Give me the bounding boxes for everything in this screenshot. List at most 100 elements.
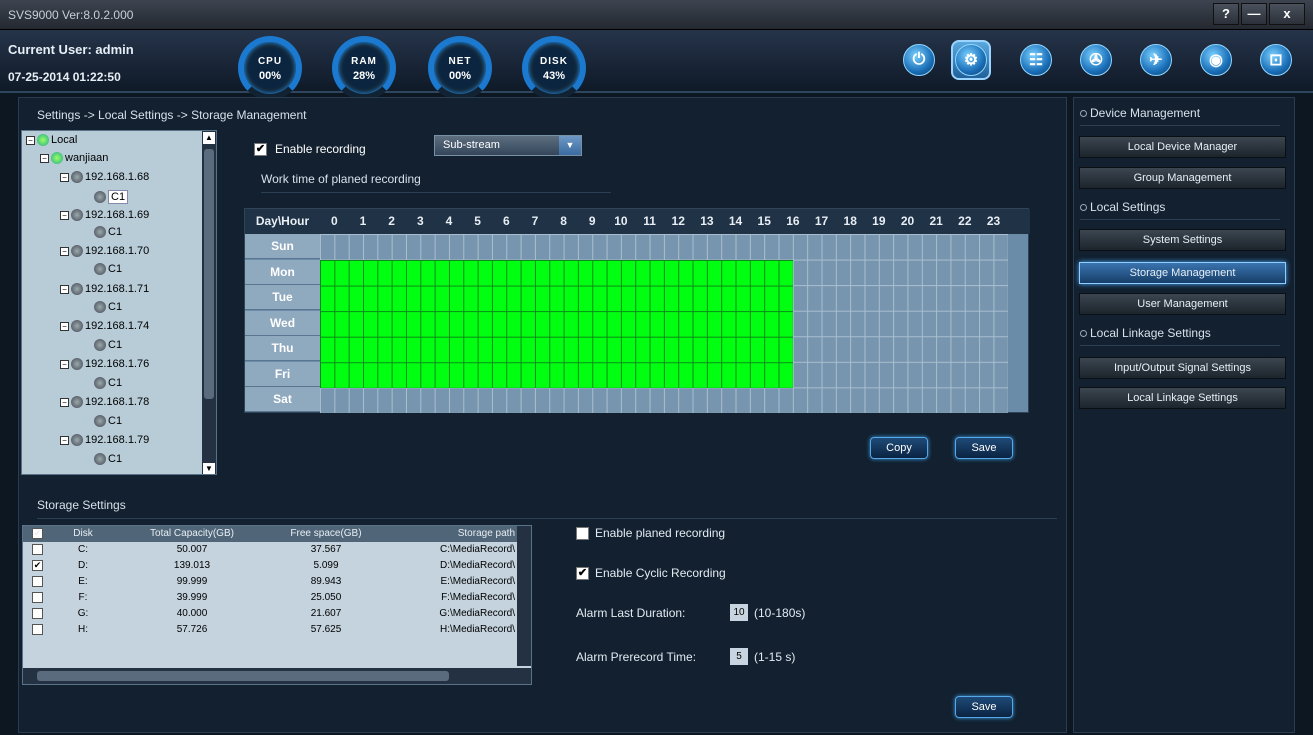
row-checkbox[interactable] — [32, 608, 43, 619]
close-button[interactable]: x — [1269, 3, 1305, 25]
stream-select[interactable]: Sub-stream ▼ — [434, 135, 582, 156]
hour-label: 19 — [872, 214, 886, 228]
table-header: ✔ Disk Total Capacity(GB) Free space(GB)… — [23, 526, 518, 542]
row-checkbox[interactable]: ✔ — [32, 560, 43, 571]
settings-icon: ⚙ — [955, 44, 987, 76]
day-label: Sun — [245, 234, 320, 259]
tree-node-device[interactable]: −192.168.1.79 — [60, 434, 149, 446]
enable-recording-checkbox[interactable]: ✔ — [254, 142, 267, 156]
save-schedule-button[interactable]: Save — [955, 437, 1013, 459]
sidebar-item-storage-management[interactable]: Storage Management — [1079, 262, 1286, 284]
tree-node-device[interactable]: −192.168.1.74 — [60, 320, 149, 332]
row-checkbox[interactable] — [32, 576, 43, 587]
section-local-settings: Local Settings — [1080, 200, 1280, 220]
prerecord-input[interactable]: 5 — [730, 648, 748, 665]
map-button[interactable]: ✈ — [1136, 40, 1176, 80]
disk-gauge: DISK 43% — [522, 36, 586, 100]
section-device-management: Device Management — [1080, 106, 1280, 126]
tree-node-channel[interactable]: C1 — [94, 415, 122, 427]
sidebar-item-system-settings[interactable]: System Settings — [1079, 229, 1286, 251]
section-local-linkage: Local Linkage Settings — [1080, 326, 1280, 346]
tree-node-channel[interactable]: C1 — [94, 226, 122, 238]
table-row[interactable]: ✔ D: 139.013 5.099 D:\MediaRecord\ — [23, 558, 518, 574]
tree-node-channel[interactable]: C1 — [94, 339, 122, 351]
device-icon — [71, 245, 83, 257]
table-row[interactable]: G: 40.000 21.607 G:\MediaRecord\ — [23, 606, 518, 622]
camera-channel-icon — [94, 301, 106, 313]
help-button[interactable]: ? — [1213, 3, 1239, 25]
tree-node-device[interactable]: −192.168.1.68 — [60, 171, 149, 183]
settings-button[interactable]: ⚙ — [951, 40, 991, 80]
sidebar-item-local-device-manager[interactable]: Local Device Manager — [1079, 136, 1286, 158]
tree-node-device[interactable]: −192.168.1.70 — [60, 245, 149, 257]
camera-channel-icon — [94, 339, 106, 351]
power-button[interactable]: ⏻ — [899, 40, 939, 80]
scroll-down-icon[interactable]: ▼ — [203, 463, 215, 474]
enable-cyclic-checkbox[interactable]: ✔ — [576, 566, 589, 580]
select-all-checkbox[interactable]: ✔ — [32, 528, 43, 539]
sidebar-item-local-linkage-settings[interactable]: Local Linkage Settings — [1079, 387, 1286, 409]
camera-icon: ◉ — [1200, 44, 1232, 76]
sidebar-item-io-signal-settings[interactable]: Input/Output Signal Settings — [1079, 357, 1286, 379]
tree-node-device[interactable]: −192.168.1.78 — [60, 396, 149, 408]
table-horizontal-scrollbar[interactable] — [23, 668, 531, 684]
hour-label: 0 — [330, 214, 338, 228]
table-row[interactable]: H: 57.726 57.625 H:\MediaRecord\ — [23, 622, 518, 638]
tree-node-channel[interactable]: C1 — [94, 263, 122, 275]
row-checkbox[interactable] — [32, 624, 43, 635]
hour-label: 1 — [359, 214, 367, 228]
tree-node-channel[interactable]: C1 — [94, 453, 122, 465]
save-storage-button[interactable]: Save — [955, 696, 1013, 718]
tree-node-device[interactable]: −192.168.1.69 — [60, 209, 149, 221]
sidebar-item-user-management[interactable]: User Management — [1079, 293, 1286, 315]
current-user: Current User: admin — [8, 42, 134, 57]
work-time-title: Work time of planed recording — [261, 172, 611, 193]
table-vertical-scrollbar[interactable] — [517, 526, 531, 666]
table-row[interactable]: C: 50.007 37.567 C:\MediaRecord\ — [23, 542, 518, 558]
day-label: Tue — [245, 285, 320, 311]
playback-icon: ✇ — [1080, 44, 1112, 76]
storage-settings-title: Storage Settings — [37, 498, 1057, 519]
enable-recording[interactable]: ✔ Enable recording — [254, 142, 366, 156]
alarm-duration-input[interactable]: 10 — [730, 604, 748, 621]
tree-node-channel[interactable]: C1 — [94, 377, 122, 389]
recording-schedule[interactable]: Day\Hour 0 1 2 3 4 5 6 7 8 9 10 11 12 13 14 15 16 17 18 19 2… — [244, 208, 1030, 413]
copy-button[interactable]: Copy — [870, 437, 928, 459]
sidebar-item-group-management[interactable]: Group Management — [1079, 167, 1286, 189]
camera-button[interactable]: ◉ — [1196, 40, 1236, 80]
hour-label: 8 — [560, 214, 567, 228]
tree-node-root[interactable]: − Local — [26, 134, 77, 146]
hour-label: 7 — [531, 214, 539, 228]
prerecord-row: Alarm Prerecord Time: 5 (1-15 s) — [576, 648, 796, 665]
row-checkbox[interactable] — [32, 544, 43, 555]
tree-node-device[interactable]: −192.168.1.76 — [60, 358, 149, 370]
enable-planed-checkbox[interactable] — [576, 526, 589, 540]
breadcrumb: Settings -> Local Settings -> Storage Ma… — [37, 108, 307, 122]
enable-cyclic-option[interactable]: ✔ Enable Cyclic Recording — [576, 566, 726, 580]
tree-node-channel[interactable]: C1 — [94, 301, 122, 313]
playback-button[interactable]: ✇ — [1076, 40, 1116, 80]
enable-planed-option[interactable]: Enable planed recording — [576, 526, 725, 540]
scroll-up-icon[interactable]: ▲ — [203, 132, 215, 144]
hour-label: 10 — [614, 214, 628, 228]
tree-node-channel[interactable]: C1 — [94, 190, 129, 204]
bullet-icon — [1080, 110, 1087, 117]
recorded-block[interactable] — [320, 260, 793, 388]
hour-label: 21 — [929, 214, 943, 228]
device-icon — [71, 209, 83, 221]
log-search-button[interactable]: ☷ — [1016, 40, 1056, 80]
scroll-thumb[interactable] — [204, 149, 214, 399]
table-row[interactable]: F: 39.999 25.050 F:\MediaRecord\ — [23, 590, 518, 606]
tree-node-device[interactable]: −192.168.1.71 — [60, 283, 149, 295]
table-row[interactable]: E: 99.999 89.943 E:\MediaRecord\ — [23, 574, 518, 590]
hour-label: 13 — [700, 214, 714, 228]
row-checkbox[interactable] — [32, 592, 43, 603]
unlock-button[interactable]: ⊡ — [1256, 40, 1296, 80]
day-label: Wed — [245, 310, 320, 336]
hour-label: 18 — [843, 214, 857, 228]
tree-scrollbar[interactable]: ▲ ▼ — [202, 131, 216, 474]
alarm-duration-row: Alarm Last Duration: 10 (10-180s) — [576, 604, 806, 621]
minimize-button[interactable]: — — [1241, 3, 1267, 25]
tree-node-group[interactable]: − wanjiaan — [40, 152, 108, 164]
device-tree[interactable]: − Local − wanjiaan −192.168.1.68 C1 −192.1… — [21, 130, 217, 475]
